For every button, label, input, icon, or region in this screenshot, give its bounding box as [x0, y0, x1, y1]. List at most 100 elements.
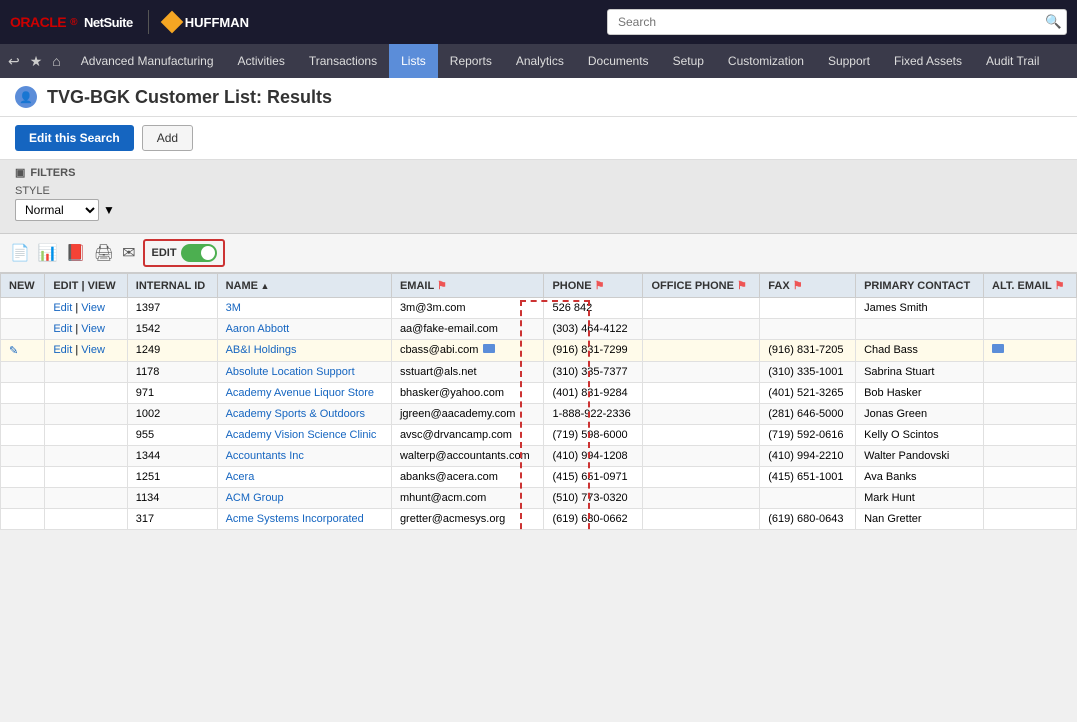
name-link[interactable]: 3M	[226, 302, 241, 314]
table-header-row: NEW EDIT | VIEW INTERNAL ID NAME EMAIL ⚑…	[1, 274, 1077, 298]
cell-fax: (310) 335-1001	[760, 362, 856, 383]
cell-edit-view	[45, 488, 127, 509]
cell-contact: Chad Bass	[856, 340, 984, 362]
cell-alt-email	[984, 298, 1077, 319]
table-row: 1134 ACM Group mhunt@acm.com (510) 773-0…	[1, 488, 1077, 509]
cell-id: 955	[127, 425, 217, 446]
name-link[interactable]: Acme Systems Incorporated	[226, 513, 364, 525]
search-button[interactable]: 🔍	[1045, 14, 1062, 30]
cell-name: Aaron Abbott	[217, 319, 391, 340]
edit-toggle-switch[interactable]	[181, 244, 217, 262]
home-icon[interactable]: ⌂	[52, 53, 60, 69]
name-link[interactable]: Academy Vision Science Clinic	[226, 429, 377, 441]
pdf-icon[interactable]: 📕	[66, 243, 86, 263]
back-icon[interactable]: ↩	[8, 53, 20, 70]
name-link[interactable]: Accountants Inc	[226, 450, 304, 462]
nav-transactions[interactable]: Transactions	[297, 44, 389, 78]
cell-phone: (719) 598-6000	[544, 425, 643, 446]
col-email: EMAIL ⚑	[391, 274, 544, 298]
cell-id: 1344	[127, 446, 217, 467]
edit-link[interactable]: Edit	[53, 344, 72, 356]
star-icon[interactable]: ★	[30, 53, 43, 70]
cell-email: aa@fake-email.com	[391, 319, 544, 340]
edit-label: EDIT	[151, 247, 176, 259]
nav-customization[interactable]: Customization	[716, 44, 816, 78]
cell-contact: Jonas Green	[856, 404, 984, 425]
style-select-container: Normal Summary Matrix ▼	[15, 199, 115, 221]
cell-fax: (281) 646-5000	[760, 404, 856, 425]
nav-audit-trail[interactable]: Audit Trail	[974, 44, 1051, 78]
col-alt-email: ALT. EMAIL ⚑	[984, 274, 1077, 298]
cell-id: 1251	[127, 467, 217, 488]
cell-email: gretter@acmesys.org	[391, 509, 544, 530]
cell-new	[1, 509, 45, 530]
table-row: Edit | View 1542 Aaron Abbott aa@fake-em…	[1, 319, 1077, 340]
nav-lists[interactable]: Lists	[389, 44, 438, 78]
view-link[interactable]: View	[81, 344, 105, 356]
cell-new	[1, 362, 45, 383]
nav-setup[interactable]: Setup	[661, 44, 716, 78]
cell-new	[1, 298, 45, 319]
col-office-phone: OFFICE PHONE ⚑	[643, 274, 760, 298]
name-link[interactable]: Absolute Location Support	[226, 366, 355, 378]
cell-id: 1134	[127, 488, 217, 509]
view-link[interactable]: View	[81, 323, 105, 335]
cell-fax: (916) 831-7205	[760, 340, 856, 362]
cell-new	[1, 488, 45, 509]
cell-phone: 526 842	[544, 298, 643, 319]
edit-link[interactable]: Edit	[53, 302, 72, 314]
cell-new	[1, 319, 45, 340]
cell-fax: (410) 994-2210	[760, 446, 856, 467]
nav-support[interactable]: Support	[816, 44, 882, 78]
print-icon[interactable]: 🖨	[94, 243, 114, 263]
cell-email: jgreen@aacademy.com	[391, 404, 544, 425]
cell-edit-view	[45, 404, 127, 425]
oracle-logo: ORACLE ® NetSuite	[10, 14, 133, 30]
edit-link[interactable]: Edit	[53, 323, 72, 335]
cell-phone: (510) 773-0320	[544, 488, 643, 509]
cell-id: 317	[127, 509, 217, 530]
cell-office	[643, 319, 760, 340]
cell-fax: (719) 592-0616	[760, 425, 856, 446]
cell-office	[643, 488, 760, 509]
cell-phone: (410) 994-1208	[544, 446, 643, 467]
edit-toggle-container: EDIT	[143, 239, 224, 267]
new-row-icon[interactable]: 📄	[10, 243, 30, 263]
col-name: NAME	[217, 274, 391, 298]
cell-fax: (415) 651-1001	[760, 467, 856, 488]
cell-name: AB&I Holdings	[217, 340, 391, 362]
table-row: 971 Academy Avenue Liquor Store bhasker@…	[1, 383, 1077, 404]
name-link[interactable]: Aaron Abbott	[226, 323, 290, 335]
nav-fixed-assets[interactable]: Fixed Assets	[882, 44, 974, 78]
style-select[interactable]: Normal Summary Matrix	[15, 199, 99, 221]
col-phone: PHONE ⚑	[544, 274, 643, 298]
cell-office	[643, 446, 760, 467]
style-label: STYLE	[15, 185, 115, 197]
name-link[interactable]: Academy Avenue Liquor Store	[226, 387, 374, 399]
nav-analytics[interactable]: Analytics	[504, 44, 576, 78]
nav-advanced-manufacturing[interactable]: Advanced Manufacturing	[69, 44, 226, 78]
cell-alt-email	[984, 446, 1077, 467]
edit-search-button[interactable]: Edit this Search	[15, 125, 134, 151]
name-link[interactable]: ACM Group	[226, 492, 284, 504]
nav-reports[interactable]: Reports	[438, 44, 504, 78]
cell-email: bhasker@yahoo.com	[391, 383, 544, 404]
nav-items: Advanced Manufacturing Activities Transa…	[69, 44, 1052, 78]
nav-activities[interactable]: Activities	[226, 44, 297, 78]
name-link[interactable]: Academy Sports & Outdoors	[226, 408, 365, 420]
add-button[interactable]: Add	[142, 125, 193, 151]
cell-edit-view: Edit | View	[45, 319, 127, 340]
name-link[interactable]: Acera	[226, 471, 255, 483]
search-input[interactable]	[607, 9, 1067, 35]
cell-office	[643, 362, 760, 383]
cell-phone: (916) 831-7299	[544, 340, 643, 362]
nav-documents[interactable]: Documents	[576, 44, 661, 78]
email-icon[interactable]: ✉	[122, 243, 135, 263]
table-row: 955 Academy Vision Science Clinic avsc@d…	[1, 425, 1077, 446]
filters-header[interactable]: ▣ FILTERS	[15, 166, 1062, 179]
nav-icons: ↩ ★ ⌂	[0, 44, 69, 78]
excel-icon[interactable]: 📊	[38, 243, 58, 263]
view-link[interactable]: View	[81, 302, 105, 314]
table-row: 1251 Acera abanks@acera.com (415) 651-09…	[1, 467, 1077, 488]
name-link[interactable]: AB&I Holdings	[226, 344, 297, 356]
